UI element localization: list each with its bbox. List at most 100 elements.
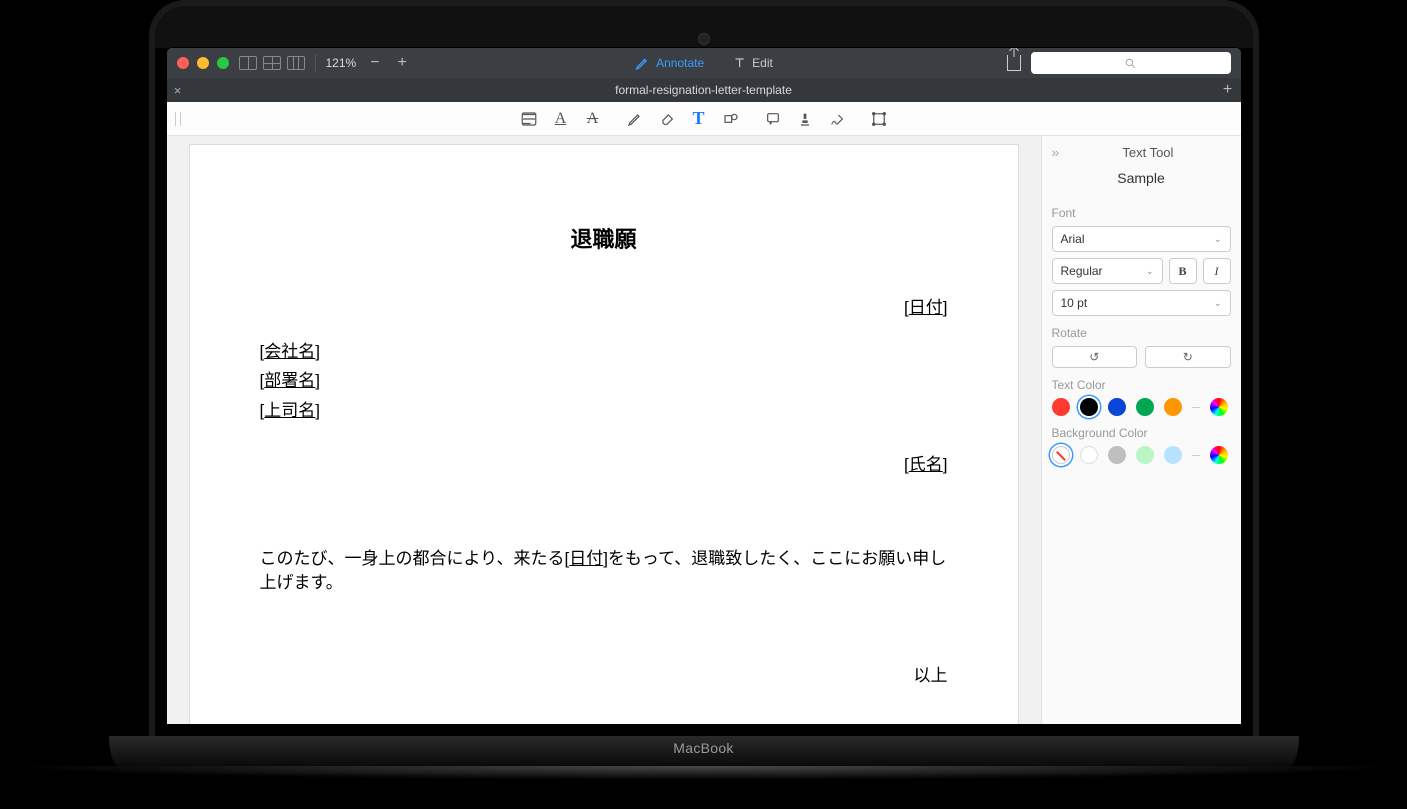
text-edit-icon	[732, 55, 746, 71]
share-icon[interactable]	[1007, 55, 1021, 71]
date-label: 日付	[909, 298, 943, 317]
edit-mode-button[interactable]: Edit	[732, 55, 773, 71]
zoom-out-button[interactable]: −	[366, 54, 383, 72]
zoom-level[interactable]: 121%	[326, 56, 357, 70]
zoom-in-button[interactable]: +	[394, 54, 411, 72]
text-tool-icon[interactable]: T	[690, 110, 708, 128]
rotate-section-label: Rotate	[1052, 326, 1231, 340]
signature-tool-icon[interactable]	[828, 110, 846, 128]
name-label: 氏名	[909, 455, 943, 474]
pencil-tool-icon[interactable]	[626, 110, 644, 128]
bg-color-custom[interactable]	[1210, 446, 1228, 464]
document-title: 退職願	[260, 225, 948, 256]
close-window-button[interactable]	[177, 57, 189, 69]
sample-preview: Sample	[1052, 170, 1231, 186]
app-window: 121% − + Annotate Edit	[167, 48, 1241, 724]
department-label: 部署名	[264, 371, 315, 390]
font-size-value: 10 pt	[1061, 296, 1088, 310]
italic-button[interactable]: I	[1203, 258, 1231, 284]
chevron-down-icon: ⌄	[1214, 298, 1222, 309]
mode-switcher: Annotate Edit	[634, 55, 773, 71]
tab-close-button[interactable]: ×	[167, 83, 189, 98]
document-page: 退職願 [日付] [会社名] [部署名] [上司名] [氏名] このたび、一身上…	[189, 144, 1019, 724]
text-color-black[interactable]	[1080, 398, 1098, 416]
highlight-text-tool-icon[interactable]	[520, 110, 538, 128]
annotate-toolbar: A A T	[167, 102, 1241, 136]
rotate-cw-button[interactable]: ↻	[1145, 346, 1231, 368]
rotate-ccw-button[interactable]: ↺	[1052, 346, 1138, 368]
bold-button[interactable]: B	[1169, 258, 1197, 284]
shape-tool-icon[interactable]	[722, 110, 740, 128]
document-viewport[interactable]: 退職願 [日付] [会社名] [部署名] [上司名] [氏名] このたび、一身上…	[167, 136, 1041, 724]
font-section-label: Font	[1052, 206, 1231, 220]
search-icon	[1124, 57, 1137, 70]
annotate-mode-button[interactable]: Annotate	[634, 55, 704, 71]
note-tool-icon[interactable]	[764, 110, 782, 128]
department-field: [部署名]	[260, 369, 948, 393]
name-field: [氏名]	[260, 453, 948, 477]
laptop-brand: MacBook	[673, 740, 733, 756]
thumbnail-view-icon[interactable]	[263, 56, 281, 70]
company-field: [会社名]	[260, 340, 948, 364]
body-date-label: 日付	[569, 549, 603, 568]
pen-annotate-icon	[634, 55, 650, 71]
bg-color-white[interactable]	[1080, 446, 1098, 464]
toolbar-divider	[315, 54, 316, 72]
tab-bar: × formal-resignation-letter-template +	[167, 78, 1241, 102]
text-color-custom[interactable]	[1210, 398, 1228, 416]
window-controls	[177, 57, 229, 69]
selection-tool-icon[interactable]	[870, 110, 888, 128]
camera-dot	[699, 34, 709, 44]
swatch-separator	[1192, 455, 1200, 456]
fullscreen-window-button[interactable]	[217, 57, 229, 69]
bg-color-none[interactable]	[1052, 446, 1070, 464]
screen-frame: 121% − + Annotate Edit	[149, 48, 1259, 736]
bg-color-swatches	[1052, 446, 1231, 464]
titlebar: 121% − + Annotate Edit	[167, 48, 1241, 78]
panel-header: » Text Tool	[1052, 144, 1231, 160]
view-mode-group	[239, 56, 305, 70]
chevron-down-icon: ⌄	[1214, 234, 1222, 245]
minimize-window-button[interactable]	[197, 57, 209, 69]
font-style-dropdown[interactable]: Regular ⌄	[1052, 258, 1163, 284]
sidebar-toggle-icon[interactable]	[239, 56, 257, 70]
new-tab-button[interactable]: +	[1215, 81, 1241, 99]
laptop-lid	[149, 0, 1259, 48]
bg-color-lightgreen[interactable]	[1136, 446, 1154, 464]
stamp-tool-icon[interactable]	[796, 110, 814, 128]
laptop-hinge: MacBook	[109, 736, 1299, 766]
annotate-tools: A A T	[520, 110, 888, 128]
text-color-section-label: Text Color	[1052, 378, 1231, 392]
text-color-green[interactable]	[1136, 398, 1154, 416]
font-family-dropdown[interactable]: Arial ⌄	[1052, 226, 1231, 252]
strikethrough-tool-icon[interactable]: A	[584, 110, 602, 128]
font-family-value: Arial	[1061, 232, 1085, 246]
font-size-dropdown[interactable]: 10 pt ⌄	[1052, 290, 1231, 316]
chevron-down-icon: ⌄	[1146, 266, 1154, 277]
annotate-mode-label: Annotate	[656, 56, 704, 70]
edit-mode-label: Edit	[752, 56, 773, 70]
manager-label: 上司名	[264, 401, 315, 420]
bg-color-section-label: Background Color	[1052, 426, 1231, 440]
text-color-blue[interactable]	[1108, 398, 1126, 416]
text-color-swatches	[1052, 398, 1231, 416]
swatch-separator	[1192, 407, 1200, 408]
toolbar-handle[interactable]	[175, 112, 181, 126]
tab-title[interactable]: formal-resignation-letter-template	[615, 83, 792, 97]
underline-tool-icon[interactable]: A	[552, 110, 570, 128]
text-color-red[interactable]	[1052, 398, 1070, 416]
main-area: 退職願 [日付] [会社名] [部署名] [上司名] [氏名] このたび、一身上…	[167, 136, 1241, 724]
manager-field: [上司名]	[260, 399, 948, 423]
search-input[interactable]	[1031, 52, 1231, 74]
multi-page-view-icon[interactable]	[287, 56, 305, 70]
bg-color-lightblue[interactable]	[1164, 446, 1182, 464]
titlebar-right	[1007, 52, 1231, 74]
laptop-foot	[4, 766, 1404, 780]
company-label: 会社名	[264, 342, 315, 361]
panel-collapse-icon[interactable]: »	[1052, 144, 1060, 160]
font-style-value: Regular	[1061, 264, 1103, 278]
eraser-tool-icon[interactable]	[658, 110, 676, 128]
text-color-orange[interactable]	[1164, 398, 1182, 416]
text-tool-panel: » Text Tool Sample Font Arial ⌄ Regular …	[1041, 136, 1241, 724]
bg-color-grey[interactable]	[1108, 446, 1126, 464]
